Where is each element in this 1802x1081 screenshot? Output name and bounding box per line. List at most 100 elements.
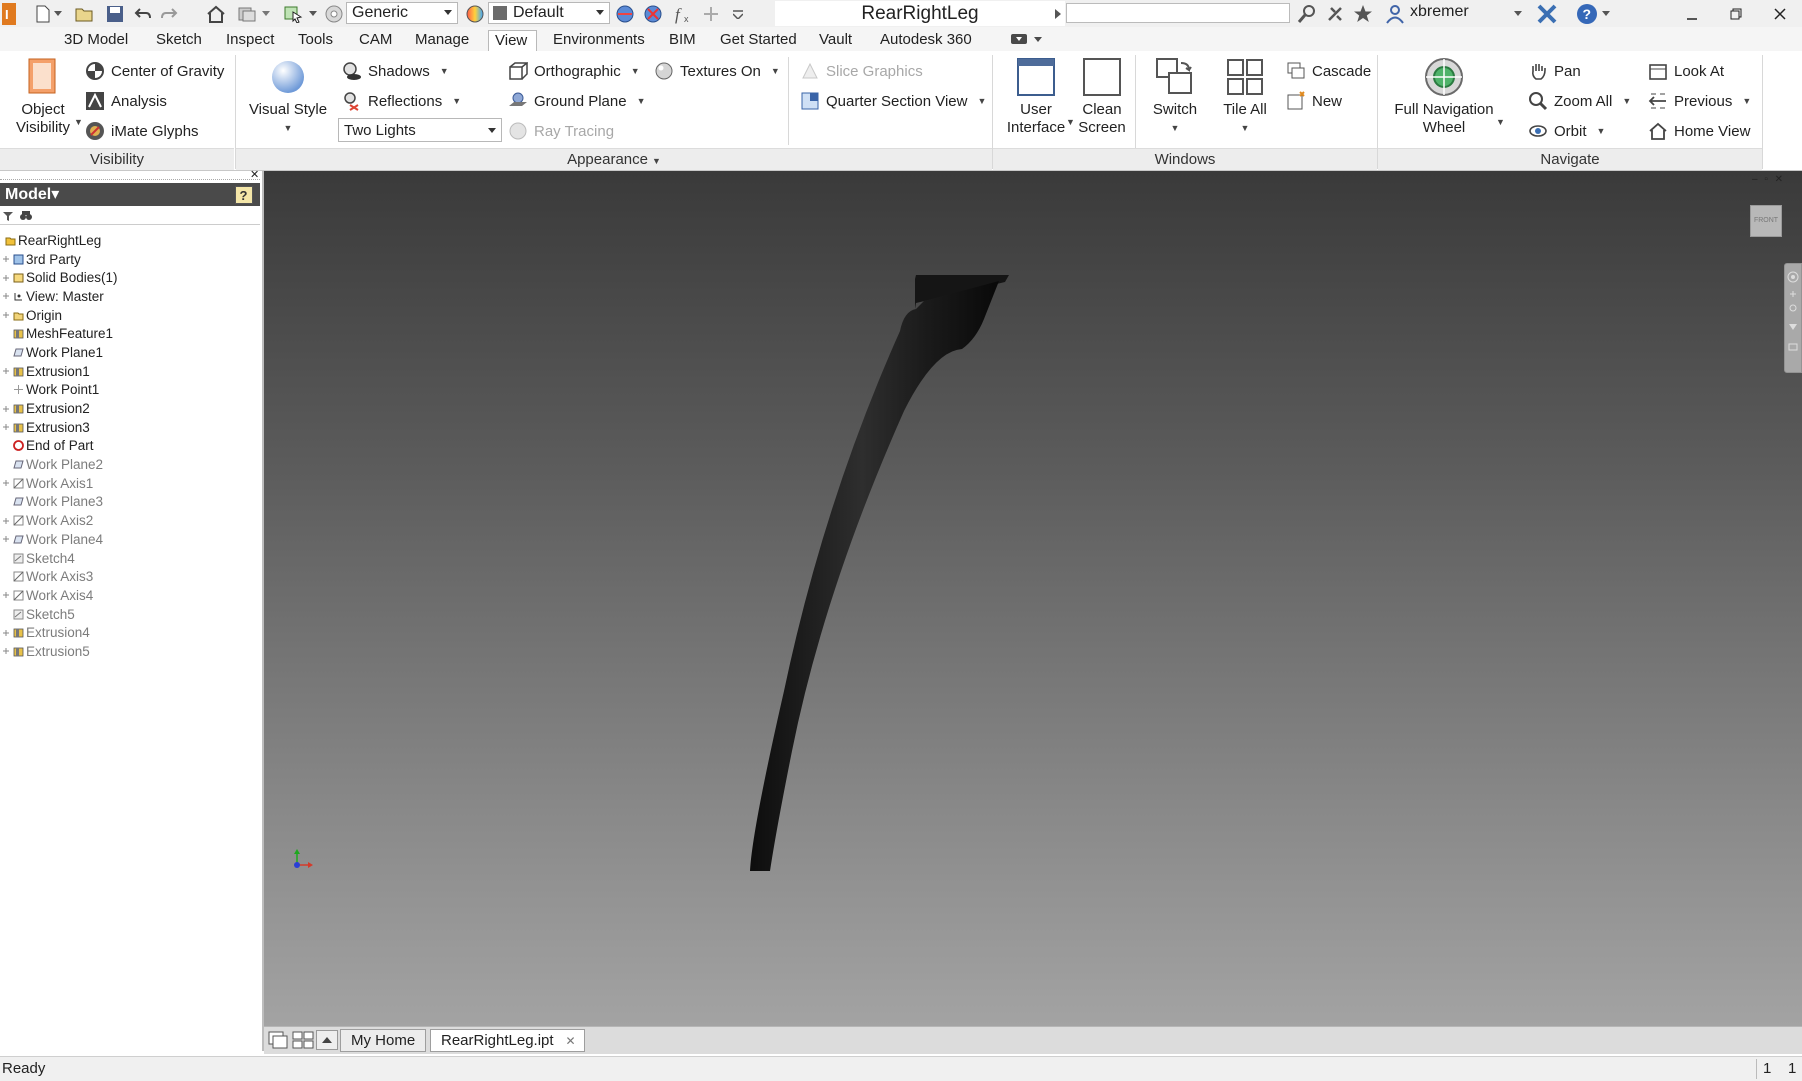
tree-item-work-plane4[interactable]: Work Plane4 — [0, 530, 260, 549]
ray-tracing-button[interactable]: Ray Tracing — [508, 120, 614, 142]
tree-item-sketch4[interactable]: Sketch4 — [0, 549, 260, 568]
tab-bim[interactable]: BIM — [663, 30, 702, 51]
tree-item-extrusion1[interactable]: Extrusion1 — [0, 362, 260, 381]
browser-close-icon[interactable]: ✕ — [250, 168, 259, 181]
save-icon[interactable] — [104, 3, 126, 24]
clear-appearance-icon[interactable] — [642, 3, 664, 24]
cascade-windows-icon[interactable] — [267, 1030, 289, 1050]
tree-item-solid-bodies-1[interactable]: Solid Bodies(1) — [0, 268, 260, 287]
expand-icon[interactable] — [2, 591, 10, 599]
open-file-icon[interactable] — [74, 3, 96, 24]
analysis-button[interactable]: Analysis — [85, 90, 167, 112]
navigate-panel-title[interactable]: Navigate — [1378, 148, 1762, 170]
tab-vault[interactable]: Vault — [813, 30, 858, 51]
minimize-icon[interactable] — [1670, 0, 1714, 27]
tab-cam[interactable]: CAM — [353, 30, 398, 51]
expand-icon[interactable] — [2, 517, 10, 525]
project-icon[interactable] — [236, 3, 258, 24]
cascade-button[interactable]: Cascade — [1286, 60, 1371, 82]
expand-icon[interactable] — [2, 255, 10, 263]
expand-icon[interactable] — [2, 405, 10, 413]
customize-dropdown-icon[interactable] — [727, 3, 749, 24]
graphics-viewport[interactable]: – ▫ ✕ FRONT — [264, 171, 1802, 1026]
tree-item-work-point1[interactable]: Work Point1 — [0, 381, 260, 400]
visual-style-button[interactable]: Visual Style ▼ — [244, 57, 332, 137]
adjust-appearance-icon[interactable] — [614, 3, 636, 24]
username[interactable]: xbremer — [1410, 3, 1469, 21]
exchange-apps-icon[interactable] — [1536, 3, 1558, 24]
restore-icon[interactable] — [1714, 0, 1758, 27]
navigation-bar[interactable] — [1784, 263, 1802, 373]
ribbon-display-options-icon[interactable] — [1010, 32, 1044, 46]
close-tab-icon[interactable]: ✕ — [566, 1030, 576, 1052]
expand-icon[interactable] — [2, 535, 10, 543]
imate-glyphs-button[interactable]: iMate Glyphs — [85, 120, 199, 142]
object-visibility-dropdown-icon[interactable]: ▼ — [70, 111, 83, 133]
tree-item-work-axis4[interactable]: Work Axis4 — [0, 586, 260, 605]
shadows-button[interactable]: Shadows ▼ — [342, 60, 449, 82]
tree-item-sketch5[interactable]: Sketch5 — [0, 605, 260, 624]
tab-tools[interactable]: Tools — [292, 30, 339, 51]
tree-item-origin[interactable]: Origin — [0, 306, 260, 325]
tab-manage[interactable]: Manage — [409, 30, 475, 51]
tree-item-extrusion4[interactable]: Extrusion4 — [0, 623, 260, 642]
tab-autodesk-360[interactable]: Autodesk 360 — [874, 30, 978, 51]
quarter-section-view-button[interactable]: Quarter Section View ▼ — [800, 90, 986, 112]
color-override-icon[interactable] — [323, 3, 345, 24]
new-dropdown-icon[interactable] — [52, 3, 64, 24]
navigation-wheel-dropdown-icon[interactable]: ▼ — [1492, 111, 1505, 133]
center-of-gravity-button[interactable]: Center of Gravity — [85, 60, 224, 82]
orbit-button[interactable]: Orbit ▼ — [1528, 120, 1605, 142]
expand-icon[interactable] — [2, 423, 10, 431]
tab-inspect[interactable]: Inspect — [220, 30, 280, 51]
tab-3d-model[interactable]: 3D Model — [58, 30, 134, 51]
expand-icon[interactable] — [2, 479, 10, 487]
expand-icon[interactable] — [2, 292, 10, 300]
visibility-panel-title[interactable]: Visibility — [0, 148, 234, 170]
tab-view[interactable]: View — [488, 30, 537, 51]
favorites-star-icon[interactable] — [1352, 3, 1374, 24]
select-dropdown-icon[interactable] — [307, 3, 319, 24]
select-icon[interactable] — [283, 3, 305, 24]
lighting-style-select[interactable]: Two Lights — [338, 118, 502, 142]
help-icon[interactable]: ? — [1576, 3, 1598, 24]
browser-help-icon[interactable]: ? — [235, 186, 253, 204]
orthographic-button[interactable]: Orthographic ▼ — [508, 60, 640, 82]
expand-icon[interactable] — [2, 274, 10, 282]
tree-item-rearrightleg[interactable]: RearRightLeg — [0, 231, 260, 250]
viewport-window-controls[interactable]: – ▫ ✕ — [1752, 174, 1785, 185]
application-menu-button[interactable]: I — [0, 2, 18, 25]
tab-environments[interactable]: Environments — [547, 30, 651, 51]
tree-item-work-plane2[interactable]: Work Plane2 — [0, 455, 260, 474]
expand-icon[interactable] — [2, 647, 10, 655]
doc-tab-rearrightleg[interactable]: RearRightLeg.ipt ✕ — [430, 1029, 585, 1052]
browser-grip[interactable] — [0, 171, 260, 180]
browser-header[interactable]: Model▾ — [0, 183, 260, 206]
switch-button[interactable]: Switch ▼ — [1142, 57, 1208, 137]
tree-item-work-plane1[interactable]: Work Plane1 — [0, 343, 260, 362]
help-dropdown-icon[interactable] — [1600, 3, 1612, 24]
doc-tab-my-home[interactable]: My Home — [340, 1029, 427, 1052]
material-select[interactable]: Generic — [346, 2, 458, 24]
pan-button[interactable]: Pan — [1528, 60, 1581, 82]
help-search-input[interactable] — [1066, 3, 1290, 23]
tree-item-view-master[interactable]: View: Master — [0, 287, 260, 306]
tree-item-work-axis1[interactable]: Work Axis1 — [0, 474, 260, 493]
viewcube[interactable]: FRONT — [1750, 205, 1782, 237]
expand-icon[interactable] — [2, 367, 10, 375]
textures-on-button[interactable]: Textures On ▼ — [654, 60, 780, 82]
undo-icon[interactable] — [132, 3, 154, 24]
tree-item-meshfeature1[interactable]: MeshFeature1 — [0, 324, 260, 343]
close-icon[interactable] — [1758, 0, 1802, 27]
tree-item-extrusion3[interactable]: Extrusion3 — [0, 418, 260, 437]
slice-graphics-button[interactable]: Slice Graphics — [800, 60, 923, 82]
expand-icon[interactable] — [2, 629, 10, 637]
tile-all-button[interactable]: Tile All ▼ — [1212, 57, 1278, 137]
search-icon[interactable] — [1296, 3, 1318, 24]
tree-item-3rd-party[interactable]: 3rd Party — [0, 250, 260, 269]
tile-windows-icon[interactable] — [292, 1030, 314, 1050]
tree-item-work-axis3[interactable]: Work Axis3 — [0, 567, 260, 586]
subscription-icon[interactable] — [1324, 3, 1346, 24]
filter-icon[interactable] — [3, 211, 13, 221]
tree-item-extrusion2[interactable]: Extrusion2 — [0, 399, 260, 418]
